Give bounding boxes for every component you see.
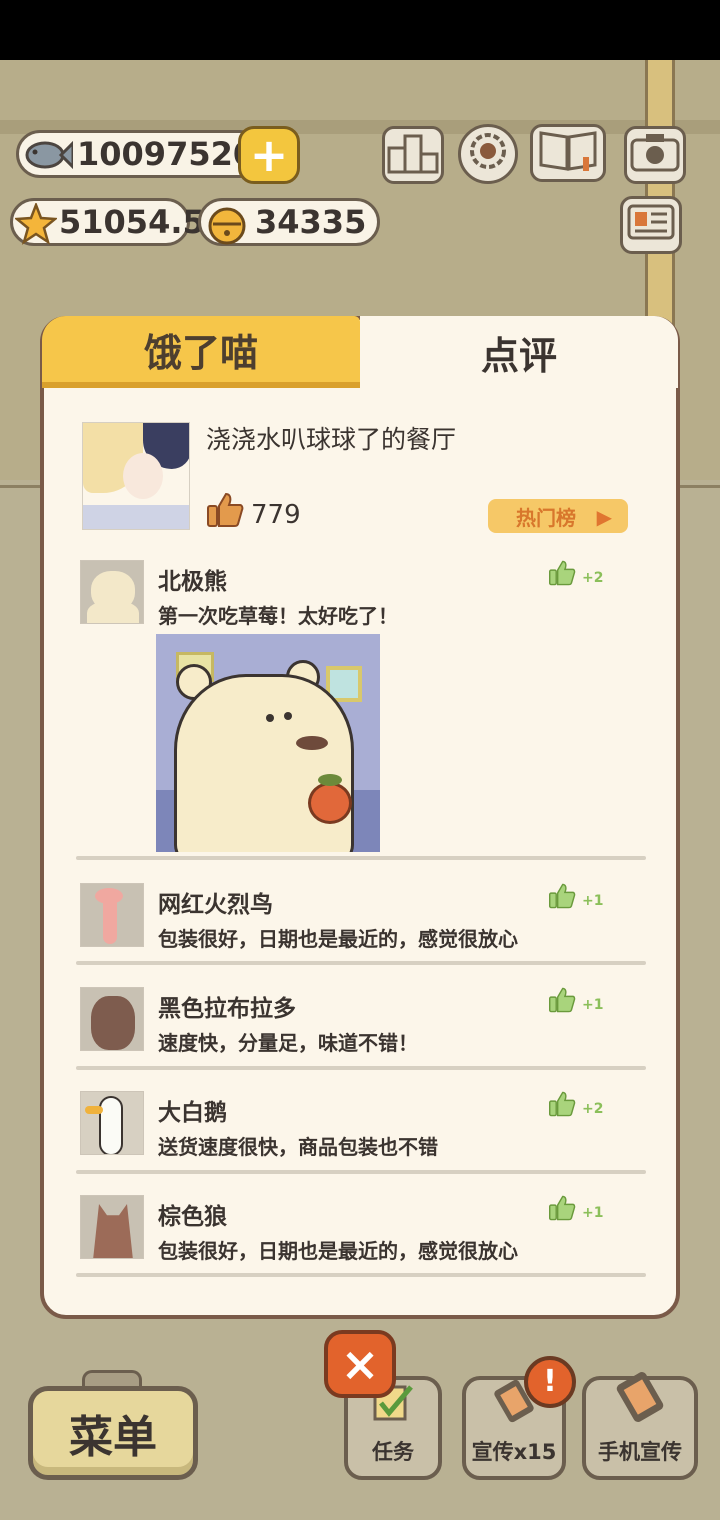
divider [76, 1273, 646, 1277]
persimmon-leaf [318, 774, 342, 786]
alert-badge: ! [524, 1356, 576, 1408]
promote-label: 宣传x15 [471, 1440, 557, 1464]
wolf-avatar [80, 1195, 144, 1259]
close-button[interactable]: × [324, 1330, 396, 1398]
thumbs-up-icon[interactable] [548, 560, 576, 591]
flamingo-head [95, 888, 123, 904]
bear-nose [296, 736, 328, 750]
task-label: 任务 [372, 1440, 414, 1464]
id-card-button[interactable] [620, 196, 682, 254]
phone-icon [614, 1371, 666, 1430]
bear-eye [266, 714, 274, 722]
status-bar [0, 0, 720, 60]
review-text: 包装很好，日期也是最近的，感觉很放心 [158, 927, 518, 951]
add-currency-button[interactable]: + [238, 126, 300, 184]
ranking-button[interactable] [382, 126, 444, 184]
review-like-count: +2 [582, 1101, 604, 1117]
thumbs-up-icon[interactable] [548, 883, 576, 914]
settings-button[interactable] [458, 124, 518, 184]
tab-hungry-cat[interactable]: 饿了喵 [42, 316, 360, 388]
labrador-avatar [80, 987, 144, 1051]
review-like-count: +2 [582, 570, 604, 586]
review-like-count: +1 [582, 893, 604, 909]
divider [76, 1170, 646, 1174]
camera-icon [630, 132, 680, 178]
wolf-head [93, 1204, 133, 1258]
reviewer-name: 北极熊 [158, 569, 227, 595]
avatar-face [123, 453, 163, 499]
star-amount: 51054.5 [59, 203, 205, 241]
review-text: 包装很好，日期也是最近的，感觉很放心 [158, 1239, 518, 1263]
camera-button[interactable] [624, 126, 686, 184]
reviewer-name: 黑色拉布拉多 [158, 996, 296, 1022]
goose-avatar [80, 1091, 144, 1155]
bell-amount: 34335 [255, 203, 367, 241]
restaurant-name: 浇浇水叭球球了的餐厅 [206, 425, 457, 454]
thumbs-up-icon[interactable] [548, 1195, 576, 1226]
restaurant-like-count: 779 [251, 500, 301, 530]
polar-bear-avatar [80, 560, 144, 624]
review-text: 第一次吃草莓！太好吃了！ [158, 604, 398, 628]
restaurant-avatar [82, 422, 190, 530]
review-photo[interactable] [156, 634, 380, 852]
gear-icon [464, 127, 512, 181]
avatar-collar [83, 505, 189, 529]
goose-neck [99, 1096, 123, 1154]
goose-beak [85, 1106, 103, 1114]
thumbs-up-icon[interactable] [548, 987, 576, 1018]
divider [76, 856, 646, 860]
bell-icon [205, 204, 249, 252]
polar-bear [174, 674, 354, 852]
hot-ranking-button[interactable]: 热门榜 ▶ [488, 499, 628, 533]
ranking-icon [387, 130, 439, 180]
fish-icon [23, 135, 75, 181]
flamingo-avatar [80, 883, 144, 947]
play-arrow-icon: ▶ [596, 505, 612, 529]
bear-eye [284, 712, 292, 720]
bell-currency: 34335 [198, 198, 380, 246]
divider [76, 1066, 646, 1070]
thumbs-up-icon [206, 492, 244, 534]
recipe-book-button[interactable] [530, 124, 606, 182]
persimmon [308, 782, 352, 824]
id-card-icon [627, 202, 675, 248]
reviewer-name: 大白鹅 [158, 1100, 227, 1126]
review-text: 速度快，分量足，味道不错！ [158, 1031, 418, 1055]
review-text: 送货速度很快，商品包装也不错 [158, 1135, 438, 1159]
reviewer-name: 棕色狼 [158, 1204, 227, 1230]
star-currency: 51054.5 [10, 198, 205, 246]
menu-button[interactable]: 菜单 [28, 1386, 198, 1480]
fish-amount: 10097520 [77, 135, 256, 173]
fish-currency: 10097520 [16, 130, 264, 178]
review-like-count: +1 [582, 997, 604, 1013]
dog-head [91, 996, 135, 1050]
divider [76, 961, 646, 965]
star-icon [13, 201, 59, 251]
phone-promote-button[interactable]: 手机宣传 [582, 1372, 698, 1480]
review-like-count: +1 [582, 1205, 604, 1221]
tab-reviews[interactable]: 点评 [360, 316, 678, 388]
phone-promote-label: 手机宣传 [598, 1440, 682, 1464]
bear-body [87, 601, 139, 623]
hot-ranking-label: 热门榜 [516, 505, 576, 530]
reviewer-name: 网红火烈鸟 [158, 892, 273, 918]
book-icon [537, 127, 599, 179]
thumbs-up-icon[interactable] [548, 1091, 576, 1122]
